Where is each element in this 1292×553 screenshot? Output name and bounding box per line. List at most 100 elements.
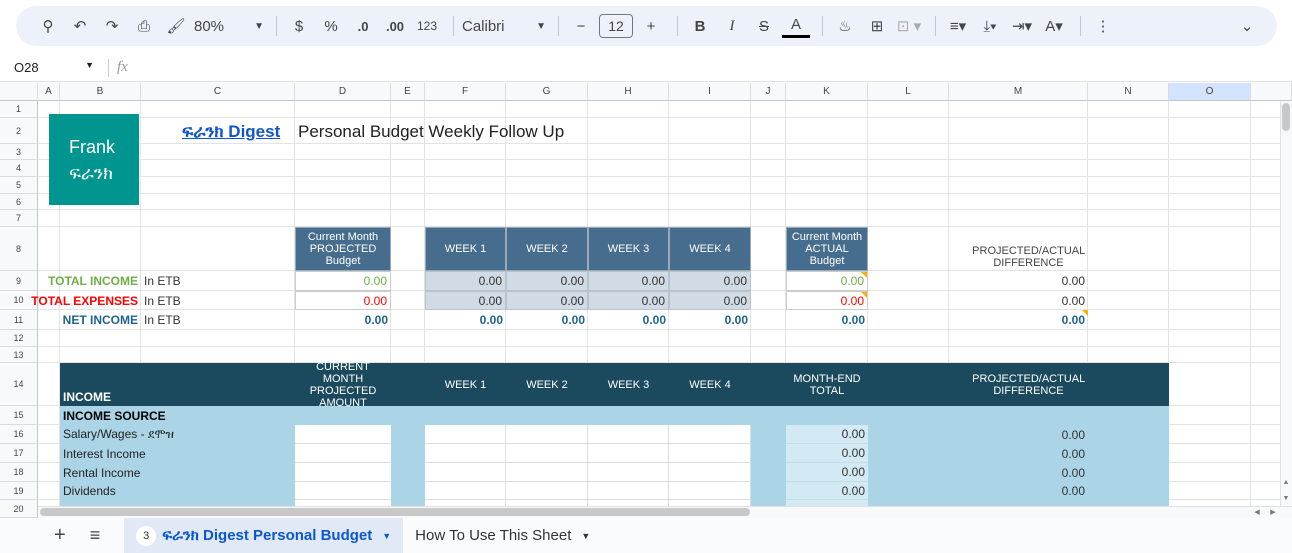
summary-difference[interactable]: 0.00 (949, 291, 1088, 310)
summary-week-4[interactable]: 0.00 (669, 271, 751, 291)
income-week-input[interactable] (588, 463, 669, 482)
income-month-end-total[interactable]: 0.00 (786, 463, 868, 482)
more-options-icon[interactable]: ⋮ (1089, 12, 1117, 40)
summary-actual[interactable]: 0.00 (786, 291, 868, 310)
scroll-right-icon[interactable]: ▶ (1266, 506, 1280, 518)
income-week-input[interactable] (506, 444, 588, 463)
income-row-label[interactable]: Interest Income (60, 444, 295, 463)
income-week-input[interactable] (506, 463, 588, 482)
summary-label[interactable]: NET INCOME (60, 310, 141, 330)
row-header-20[interactable]: 20 (0, 500, 38, 518)
summary-week-2[interactable]: 0.00 (506, 271, 588, 291)
summary-week-3[interactable]: 0.00 (588, 291, 669, 310)
row-header-2[interactable]: 2 (0, 118, 38, 144)
column-header-I[interactable]: I (669, 83, 751, 101)
income-difference[interactable]: 0.00 (949, 425, 1088, 444)
summary-week-2[interactable]: 0.00 (506, 310, 588, 330)
summary-actual[interactable]: 0.00 (786, 271, 868, 291)
summary-week-1[interactable]: 0.00 (425, 310, 506, 330)
borders-icon[interactable]: ⊞ (863, 12, 891, 40)
percent-button[interactable]: % (317, 12, 345, 40)
income-week-input[interactable] (506, 425, 588, 444)
vertical-align-icon[interactable]: ⤓▾ (976, 12, 1004, 40)
income-header-difference[interactable]: PROJECTED/ACTUAL DIFFERENCE (868, 363, 1169, 406)
summary-unit[interactable]: In ETB (141, 271, 295, 291)
income-row-label[interactable]: Dividends (60, 482, 295, 500)
income-month-end-total[interactable]: 0.00 (786, 444, 868, 463)
income-week-input[interactable] (425, 463, 506, 482)
income-projected-input[interactable] (295, 482, 391, 500)
income-row-label[interactable]: Salary/Wages - ደሞዝ (60, 425, 295, 444)
row-header-9[interactable]: 9 (0, 271, 38, 291)
row-header-1[interactable]: 1 (0, 101, 38, 118)
column-header-G[interactable]: G (506, 83, 588, 101)
column-header-C[interactable]: C (141, 83, 295, 101)
summary-header-week-2[interactable]: WEEK 2 (506, 227, 588, 271)
row-header-14[interactable]: 14 (0, 363, 38, 406)
income-week-input[interactable] (588, 444, 669, 463)
summary-week-3[interactable]: 0.00 (588, 271, 669, 291)
summary-week-3[interactable]: 0.00 (588, 310, 669, 330)
income-difference[interactable]: 0.00 (949, 444, 1088, 463)
column-header-E[interactable]: E (391, 83, 425, 101)
income-section-label[interactable]: INCOME SOURCE (60, 406, 295, 425)
vertical-scrollbar-thumb[interactable] (1282, 103, 1290, 131)
corner-cell[interactable] (0, 83, 38, 101)
income-projected-input[interactable] (295, 463, 391, 482)
income-projected-input[interactable] (295, 425, 391, 444)
zoom-select[interactable]: 80% ▼ (194, 12, 264, 40)
all-sheets-button[interactable]: ≡ (90, 525, 101, 546)
income-difference[interactable]: 0.00 (949, 482, 1088, 500)
summary-projected[interactable]: 0.00 (295, 291, 391, 310)
name-box[interactable]: O28 ▼ (0, 60, 100, 75)
row-header-3[interactable]: 3 (0, 144, 38, 160)
income-header-month-end[interactable]: MONTH-END TOTAL (786, 363, 868, 406)
row-header-7[interactable]: 7 (0, 210, 38, 227)
merge-cells-icon[interactable]: ⊡ ▾ (895, 12, 923, 40)
font-size-input[interactable]: 12 (599, 14, 633, 38)
text-rotation-icon[interactable]: A▾ (1040, 12, 1068, 40)
income-week-input[interactable] (425, 444, 506, 463)
summary-label[interactable]: TOTAL INCOME (48, 271, 141, 291)
summary-header-projected[interactable]: Current Month PROJECTED Budget (295, 227, 391, 271)
income-week-input[interactable] (669, 444, 751, 463)
increase-decimal-button[interactable]: .00 (381, 12, 409, 40)
chevron-down-icon[interactable]: ▼ (581, 531, 590, 541)
summary-header-actual[interactable]: Current Month ACTUAL Budget (786, 227, 868, 271)
row-header-19[interactable]: 19 (0, 482, 38, 500)
summary-header-difference[interactable]: PROJECTED/ACTUAL DIFFERENCE (868, 227, 1169, 271)
column-header-B[interactable]: B (60, 83, 141, 101)
chevron-down-icon[interactable]: ▼ (382, 531, 391, 541)
text-wrap-icon[interactable]: ⇥▾ (1008, 12, 1036, 40)
summary-unit[interactable]: In ETB (141, 310, 295, 330)
fill-color-icon[interactable]: ♨ (831, 12, 859, 40)
row-header-13[interactable]: 13 (0, 347, 38, 363)
font-select[interactable]: Calibri ▼ (462, 12, 546, 40)
title-link[interactable]: ፍራንክ Digest (182, 121, 292, 143)
print-icon[interactable]: ⎙ (130, 12, 158, 40)
income-header-week-1[interactable]: WEEK 1 (425, 363, 506, 406)
font-size-increase-button[interactable]: + (637, 12, 665, 40)
spreadsheet-grid[interactable]: A B C D E F G H I J K L M N O 1 2 3 4 5 6 7 8 9 10 11 12 13 14 15 16 17… (0, 83, 1292, 518)
income-header-projected[interactable]: CURRENT MONTH PROJECTED AMOUNT (295, 361, 391, 409)
row-header-16[interactable]: 16 (0, 425, 38, 444)
income-week-input[interactable] (588, 482, 669, 500)
add-sheet-button[interactable]: + (54, 524, 66, 547)
italic-icon[interactable]: I (718, 12, 746, 40)
income-week-input[interactable] (669, 425, 751, 444)
currency-button[interactable]: $ (285, 12, 313, 40)
income-header-title[interactable]: INCOME (60, 363, 141, 406)
row-header-17[interactable]: 17 (0, 444, 38, 463)
redo-icon[interactable]: ↷ (98, 12, 126, 40)
summary-unit[interactable]: In ETB (141, 291, 295, 310)
income-week-input[interactable] (669, 482, 751, 500)
column-header-L[interactable]: L (868, 83, 949, 101)
row-header-18[interactable]: 18 (0, 463, 38, 482)
formula-input[interactable] (128, 58, 1292, 78)
column-header-H[interactable]: H (588, 83, 669, 101)
summary-week-2[interactable]: 0.00 (506, 291, 588, 310)
summary-header-week-1[interactable]: WEEK 1 (425, 227, 506, 271)
scroll-up-icon[interactable]: ▲ (1280, 475, 1292, 489)
income-month-end-total[interactable]: 0.00 (786, 425, 868, 444)
summary-difference[interactable]: 0.00 (949, 310, 1088, 330)
